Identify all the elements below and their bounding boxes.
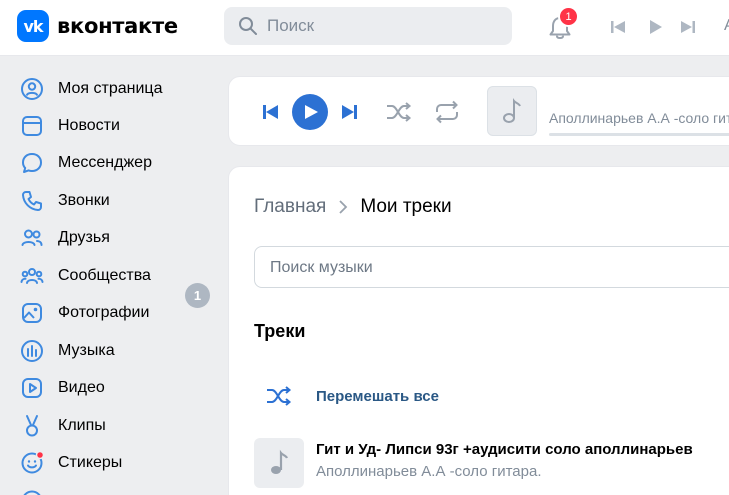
section-title: Треки <box>254 321 306 341</box>
music-note-icon <box>271 449 289 474</box>
chevron-right-icon <box>339 200 348 214</box>
sidebar-item-label: Моя страница <box>58 80 163 97</box>
breadcrumb-home[interactable]: Главная <box>254 196 326 218</box>
vk-logo[interactable]: vk вконтакте <box>17 10 178 42</box>
music-note-icon <box>503 98 521 123</box>
top-header: vk вконтакте Поиск 1 А <box>0 0 729 56</box>
music-page: Главная Мои треки Поиск музыки Треки Пер… <box>228 166 729 495</box>
play-icon <box>305 105 318 119</box>
track-cover[interactable] <box>254 438 304 488</box>
vk-logo-text: вконтакте <box>57 14 178 38</box>
sidebar-item-friends[interactable]: Друзья <box>18 220 218 256</box>
shuffle-icon <box>267 386 292 406</box>
friends-count-badge: 1 <box>185 283 210 308</box>
message-icon <box>22 153 42 173</box>
search-icon <box>239 17 257 35</box>
partial-icon <box>23 490 41 495</box>
sidebar-item-label: Клипы <box>58 417 106 434</box>
track-cover <box>487 86 537 136</box>
previous-track-icon[interactable] <box>608 17 628 37</box>
playback-progress-bar[interactable] <box>549 133 729 136</box>
play-button[interactable] <box>292 94 328 130</box>
next-track-icon[interactable] <box>678 17 698 37</box>
sidebar-item-news[interactable]: Новости <box>18 108 218 144</box>
sidebar-item-label: Сообщества <box>58 267 151 284</box>
sidebar-item-video[interactable]: Видео <box>18 370 218 406</box>
notification-badge: 1 <box>558 6 579 27</box>
communities-icon <box>20 268 44 284</box>
sidebar-item-label: Друзья <box>58 229 110 246</box>
previous-track-icon[interactable] <box>260 102 280 122</box>
shuffle-all-label: Перемешать все <box>316 387 439 405</box>
header-search-placeholder: Поиск <box>267 16 315 35</box>
sidebar-item-calls[interactable]: Звонки <box>18 183 218 219</box>
shuffle-icon[interactable] <box>385 100 412 124</box>
sidebar-item-clips[interactable]: Клипы <box>18 408 218 444</box>
sidebar-item-label: Видео <box>58 379 105 396</box>
music-search-placeholder: Поиск музыки <box>270 259 373 276</box>
sidebar-item-label: Стикеры <box>58 454 123 471</box>
sidebar-item-label: Новости <box>58 117 120 134</box>
next-track-icon[interactable] <box>340 102 360 122</box>
breadcrumb-current: Мои треки <box>360 196 452 217</box>
track-artist[interactable]: Аполлинарьев А.А -соло гитара. <box>316 463 541 480</box>
track-title: Гит и Уд- Липси 93г +аудисити соло аполл… <box>316 441 693 458</box>
sidebar-item-partial[interactable] <box>18 483 218 495</box>
sidebar-item-label: Музыка <box>58 342 115 359</box>
now-playing-artist[interactable]: Аполлинарьев А.А -соло гитара. <box>549 110 729 126</box>
music-search-input[interactable]: Поиск музыки <box>254 246 729 288</box>
friends-icon <box>21 229 43 246</box>
left-sidebar: Моя страница Новости Мессенджер Звонки Д… <box>0 56 220 495</box>
vk-logo-mark: vk <box>17 10 49 42</box>
audio-player: Аполлинарьев А.А -соло гитара. <box>228 76 729 146</box>
sidebar-item-music[interactable]: Музыка <box>18 333 218 369</box>
repeat-icon[interactable] <box>433 99 461 125</box>
sidebar-item-stickers[interactable]: Стикеры <box>18 445 218 481</box>
sidebar-item-messenger[interactable]: Мессенджер <box>18 145 218 181</box>
clips-icon <box>26 415 38 437</box>
breadcrumb: Главная Мои треки <box>254 196 452 218</box>
stickers-icon <box>21 450 45 474</box>
sidebar-item-label: Мессенджер <box>58 154 152 171</box>
header-player-title[interactable]: А <box>724 17 729 35</box>
track-row[interactable]: Гит и Уд- Липси 93г +аудисити соло аполл… <box>254 438 729 490</box>
shuffle-all-button[interactable]: Перемешать все <box>265 384 439 408</box>
user-circle-icon <box>21 78 43 100</box>
sidebar-item-my-page[interactable]: Моя страница <box>18 71 218 107</box>
play-icon[interactable] <box>645 17 665 37</box>
photo-icon <box>22 303 42 323</box>
sidebar-item-label: Фотографии <box>58 304 150 321</box>
phone-icon <box>22 191 42 211</box>
header-search[interactable]: Поиск <box>224 7 512 45</box>
sidebar-item-label: Звонки <box>58 192 110 209</box>
video-icon <box>22 378 42 398</box>
music-icon <box>21 340 43 362</box>
newsfeed-icon <box>22 116 42 136</box>
